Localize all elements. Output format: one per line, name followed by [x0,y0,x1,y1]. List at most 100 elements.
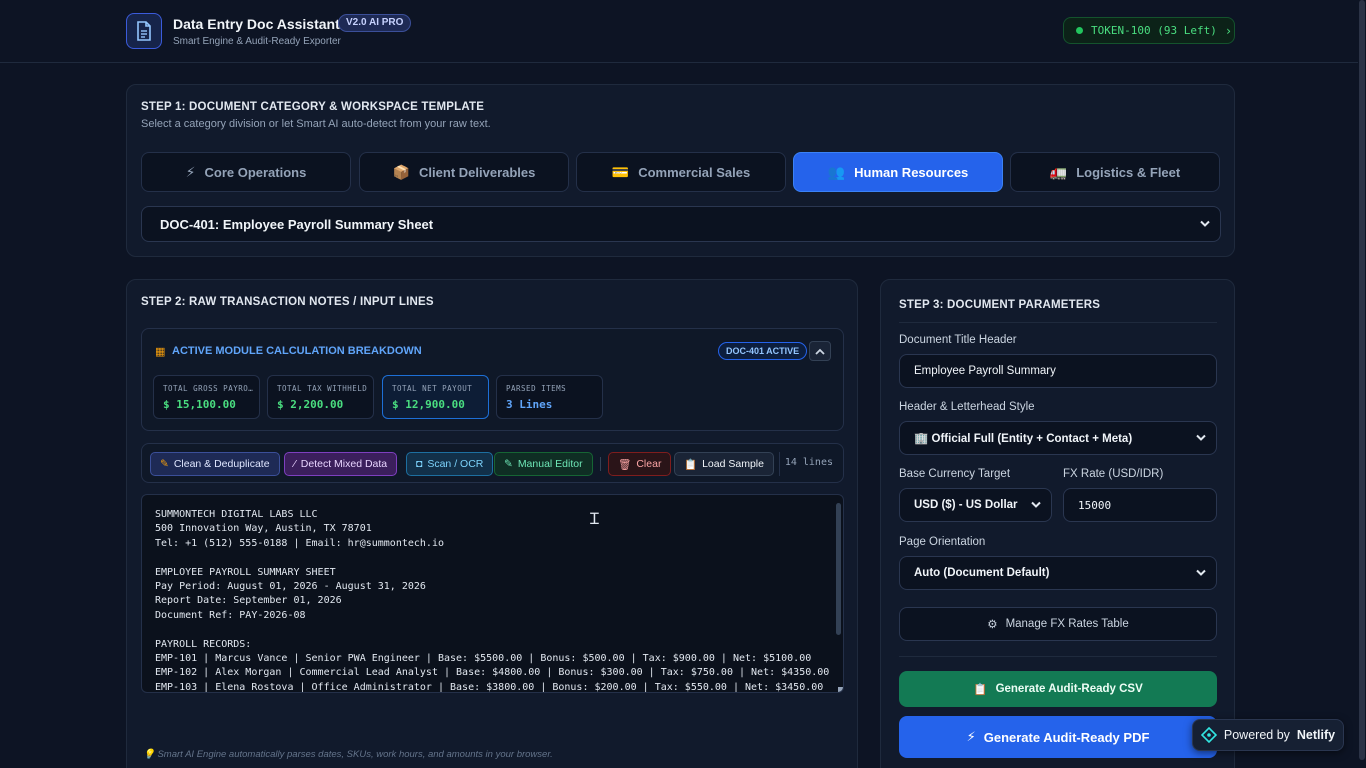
load-sample-button[interactable]: 📋 Load Sample [674,452,774,476]
toolbar-separator [600,457,601,471]
letterhead-select[interactable]: 🏢 Official Full (Entity + Contact + Meta… [899,421,1217,455]
module-status-badge: DOC-401 ACTIVE [718,342,808,360]
stat-net-payout: TOTAL NET PAYOUT $ 12,900.00 [382,375,489,419]
tab-logistics-fleet[interactable]: 🚛 Logistics & Fleet [1010,152,1220,192]
clipboard-icon: 📋 [684,458,698,471]
trash-icon: 🗑 [618,458,632,471]
stat-label: TOTAL TAX WITHHELD [277,384,368,393]
stat-gross-payroll: TOTAL GROSS PAYROLL $ 15,100.00 [153,375,260,419]
lightning-icon: ⚡ [966,729,976,744]
divider [899,656,1217,657]
line-count: 14 lines [784,457,833,468]
truck-icon: 🚛 [1049,163,1068,180]
step1-card: STEP 1: DOCUMENT CATEGORY & WORKSPACE TE… [126,84,1235,257]
version-badge: V2.0 AI PRO [338,14,412,32]
stat-value: $ 12,900.00 [392,398,465,411]
step1-subtitle: Select a category division or let Smart … [141,118,491,130]
parser-hint: 💡 Smart AI Engine automatically parses d… [143,749,553,760]
app-title: Data Entry Doc Assistant [173,16,340,32]
generate-pdf-button[interactable]: ⚡ Generate Audit-Ready PDF [899,716,1217,758]
app-subtitle: Smart Engine & Audit-Ready Exporter [173,36,341,47]
clear-button[interactable]: 🗑 Clear [608,452,672,476]
credit-card-icon: 💳 [611,163,630,180]
currency-value: USD ($) - US Dollar [914,499,1018,511]
netlify-prefix: Powered by [1223,728,1290,742]
magic-wand-icon: ⁄ [294,458,296,470]
netlify-logo-icon [1200,727,1217,743]
fx-rate-input[interactable]: 15000 [1063,488,1217,522]
token-label: TOKEN-100 (93 Left) [1091,24,1217,37]
people-icon: 👥 [827,163,846,180]
manage-fx-rates-button[interactable]: ⚙ Manage FX Rates Table [899,607,1217,641]
document-template-select[interactable]: DOC-401: Employee Payroll Summary Sheet [141,206,1221,242]
resize-handle[interactable] [838,687,843,692]
chart-icon: ▦ [155,346,166,358]
gear-icon: ⚙ [987,619,998,631]
letterhead-label: Header & Letterhead Style [899,401,1035,413]
stat-value: $ 2,200.00 [277,398,344,411]
button-label: Clean & Deduplicate [173,458,270,470]
chevron-down-icon [1031,501,1041,508]
raw-input-textarea[interactable]: SUMMONTECH DIGITAL LABS LLC 500 Innovati… [141,494,844,693]
tab-label: Logistics & Fleet [1076,164,1181,180]
stat-tax-withheld: TOTAL TAX WITHHELD $ 2,200.00 [267,375,374,419]
selected-document: DOC-401: Employee Payroll Summary Sheet [160,216,434,232]
text-cursor-icon: Ɪ [590,511,599,528]
token-balance-button[interactable]: TOKEN-100 (93 Left) › [1063,17,1235,44]
button-label: Scan / OCR [427,458,484,470]
stat-label: PARSED ITEMS [506,384,567,393]
button-label: Manage FX Rates Table [1005,618,1129,630]
divider [899,322,1217,323]
tab-label: Commercial Sales [638,164,751,180]
tab-commercial-sales[interactable]: 💳 Commercial Sales [576,152,786,192]
currency-label: Base Currency Target [899,468,1011,480]
orientation-label: Page Orientation [899,536,986,548]
stat-label: TOTAL GROSS PAYROLL [163,384,255,393]
lightning-icon: ⚡ [185,163,196,180]
scrollbar-thumb[interactable] [1359,0,1365,760]
manual-editor-button[interactable]: ✎ Manual Editor [494,452,593,476]
scan-ocr-button[interactable]: ◘ Scan / OCR [406,452,494,476]
camera-icon: ◘ [416,458,423,470]
package-icon: 📦 [392,163,411,180]
doc-title-value: Employee Payroll Summary [914,365,1056,377]
chevron-down-icon [1196,434,1206,441]
app-header: Data Entry Doc Assistant V2.0 AI PRO Sma… [0,0,1366,63]
clipboard-icon: 📋 [973,684,988,696]
button-label: Generate Audit-Ready CSV [995,683,1143,695]
stat-value: 3 Lines [506,398,553,411]
tab-client-deliverables[interactable]: 📦 Client Deliverables [359,152,569,192]
doc-title-input[interactable]: Employee Payroll Summary [899,354,1217,388]
netlify-badge[interactable]: Powered by Netlify [1192,719,1344,751]
chevron-up-icon [815,348,825,355]
step2-card: STEP 2: RAW TRANSACTION NOTES / INPUT LI… [126,279,858,768]
button-label: Detect Mixed Data [300,458,388,470]
chevron-down-icon [1196,569,1206,576]
collapse-button[interactable] [809,341,831,361]
button-label: Clear [636,458,662,470]
button-label: Load Sample [702,458,764,470]
fx-rate-label: FX Rate (USD/IDR) [1063,468,1164,480]
tab-core-operations[interactable]: ⚡ Core Operations [141,152,351,192]
clean-deduplicate-button[interactable]: ✎ Clean & Deduplicate [150,452,280,476]
module-title: ACTIVE MODULE CALCULATION BREAKDOWN [172,345,422,357]
tab-human-resources[interactable]: 👥 Human Resources [793,152,1003,192]
doc-title-label: Document Title Header [899,334,1017,346]
toolbar-divider [779,452,780,476]
currency-select[interactable]: USD ($) - US Dollar [899,488,1052,522]
orientation-select[interactable]: Auto (Document Default) [899,556,1217,590]
detect-mixed-data-button[interactable]: ⁄ Detect Mixed Data [284,452,398,476]
editor-scrollbar[interactable] [836,503,841,635]
step2-title: STEP 2: RAW TRANSACTION NOTES / INPUT LI… [141,296,434,308]
broom-icon: ✎ [160,458,169,470]
stat-label: TOTAL NET PAYOUT [392,384,473,393]
netlify-brand: Netlify [1296,728,1336,742]
stat-value: $ 15,100.00 [163,398,236,411]
tab-label: Client Deliverables [419,164,536,180]
step1-title: STEP 1: DOCUMENT CATEGORY & WORKSPACE TE… [141,101,485,113]
page-scrollbar[interactable] [1358,0,1366,768]
generate-csv-button[interactable]: 📋 Generate Audit-Ready CSV [899,671,1217,707]
tab-label: Human Resources [854,164,969,180]
chevron-right-icon: › [1224,23,1233,38]
tab-label: Core Operations [204,164,307,180]
